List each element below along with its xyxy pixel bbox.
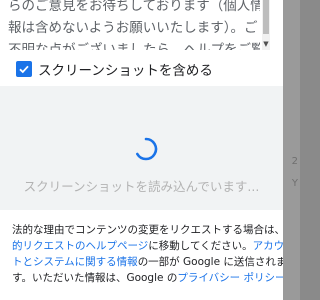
- legal-notice: 法的な理由でコンテンツの変更をリクエストする場合は、法 的リクエストのヘルプペー…: [12, 222, 283, 286]
- legal-line: 法的な理由でコンテンツの変更をリクエストする場合は、法: [12, 222, 283, 238]
- legal-text: す。いただいた情報は、Google の: [12, 272, 178, 284]
- feedback-dialog: らのご意見をお待ちしております（個人情 報は含めないようお願いいたします）。ご …: [0, 0, 283, 300]
- background-text: 2: [291, 156, 298, 167]
- feedback-description[interactable]: らのご意見をお待ちしております（個人情 報は含めないようお願いいたします）。ご …: [8, 0, 260, 50]
- description-scrollbar[interactable]: ▼: [262, 0, 270, 50]
- account-info-link[interactable]: トとシステムに関する情報: [12, 256, 138, 268]
- include-screenshot-option[interactable]: スクリーンショットを含める: [16, 59, 213, 79]
- description-line: らのご意見をお待ちしております（個人情: [8, 0, 260, 14]
- legal-text: に移動してください。: [148, 240, 253, 252]
- legal-line: 的リクエストのヘルプページに移動してください。アカウン: [12, 238, 283, 254]
- account-info-link[interactable]: アカウン: [253, 240, 283, 252]
- description-line: 不明な点がございましたら、ヘルプをご覧: [8, 42, 260, 50]
- scroll-down-icon[interactable]: ▼: [262, 40, 270, 48]
- legal-line: す。いただいた情報は、Google のプライバシー ポリシーと: [12, 270, 283, 286]
- spinner-icon: [136, 137, 158, 161]
- background-text: Y: [291, 178, 298, 189]
- include-screenshot-label[interactable]: スクリーンショットを含める: [38, 59, 213, 79]
- legal-text: の一部が Google に送信されま: [137, 256, 283, 268]
- include-screenshot-checkbox[interactable]: [16, 61, 32, 77]
- check-icon: [19, 65, 29, 74]
- scrollbar-thumb[interactable]: [263, 0, 269, 34]
- loading-text: スクリーンショットを読み込んでいます...: [23, 179, 260, 194]
- legal-text: 法的な理由でコンテンツの変更をリクエストする場合は、: [12, 224, 283, 236]
- legal-help-link[interactable]: 的リクエストのヘルプページ: [12, 240, 148, 252]
- screenshot-preview: スクリーンショットを読み込んでいます...: [0, 86, 283, 210]
- privacy-policy-link[interactable]: プライバシー ポリシー: [177, 272, 283, 284]
- description-line: 報は含めないようお願いいたします）。ご: [8, 20, 258, 36]
- legal-line: トとシステムに関する情報の一部が Google に送信されま: [12, 254, 283, 270]
